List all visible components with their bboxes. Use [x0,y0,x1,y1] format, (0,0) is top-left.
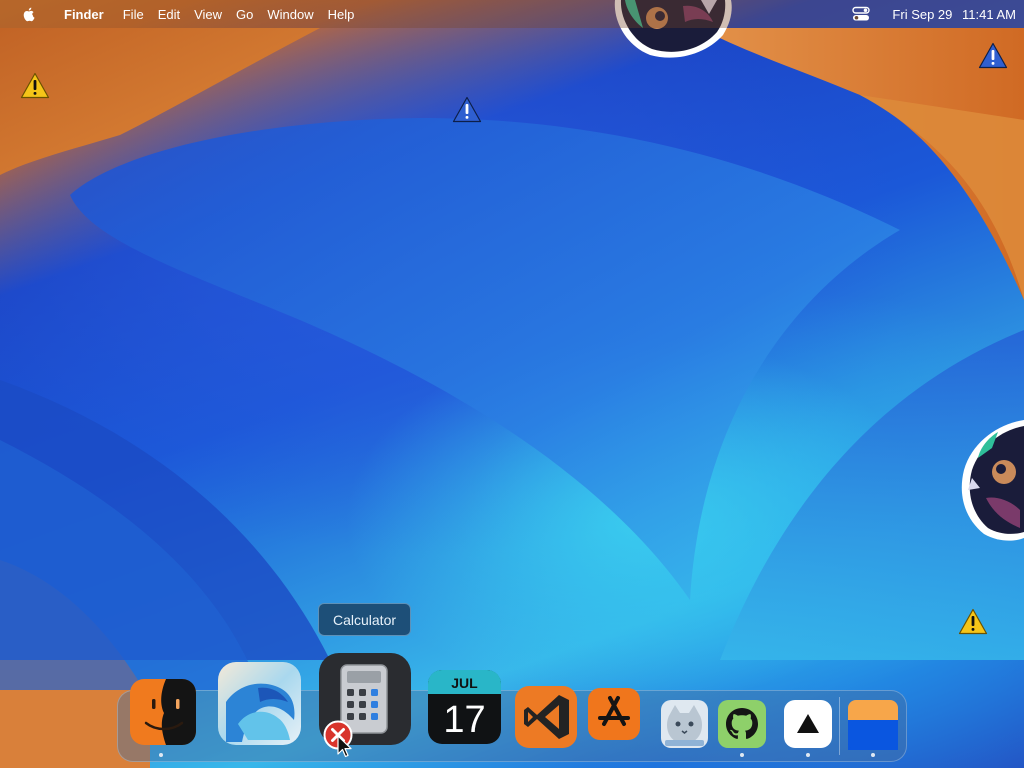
dock-item-github[interactable] [718,700,766,748]
dock-tooltip: Calculator [318,603,411,636]
warning-icon [452,96,482,123]
cat-photo-icon [661,700,708,748]
dock-item-macos[interactable] [218,662,301,745]
dock-item-calendar[interactable]: JUL 17 [428,670,501,744]
menu-window[interactable]: Window [267,7,313,22]
dock-item-preview[interactable] [661,700,708,748]
character-sticker-right [961,420,1024,541]
app-store-icon [588,688,640,740]
warning-icon [958,608,988,635]
wallpaper-shapes [0,28,1024,768]
menu-view[interactable]: View [194,7,222,22]
warning-icon [20,72,50,99]
calendar-icon: JUL 17 [428,670,501,744]
triangle-icon [784,700,832,748]
desktop-wallpaper [0,0,1024,768]
finder-icon [130,679,196,745]
dock-item-vercel[interactable] [784,700,832,748]
menu-bar: Finder File Edit View Go Window Help Fri… [0,0,1024,28]
running-indicator [740,753,744,757]
clock-time: 11:41 AM [962,6,1016,22]
control-center-icon[interactable] [852,6,871,22]
calendar-month: JUL [451,675,478,691]
menu-file[interactable]: File [123,7,144,22]
github-icon [718,700,766,748]
clock-date: Fri Sep 29 [892,6,953,22]
warning-icon [978,42,1008,69]
running-indicator [806,753,810,757]
dock-separator [839,697,840,755]
menu-help[interactable]: Help [328,7,355,22]
wallpaper-installer-icon [218,662,301,745]
dock-item-finder[interactable] [130,679,196,745]
menu-go[interactable]: Go [236,7,253,22]
calendar-day: 17 [443,699,485,741]
vscode-icon [515,686,577,748]
mouse-cursor-icon [337,735,352,758]
menu-app-name[interactable]: Finder [64,7,104,22]
folder-stack-icon [848,700,898,750]
running-indicator [159,753,163,757]
dock-item-vscode[interactable] [515,686,577,748]
menubar-clock[interactable]: Fri Sep 29 11:41 AM [886,7,1016,22]
dock-item-app-store[interactable] [588,688,640,740]
dock-item-downloads[interactable] [848,700,898,750]
running-indicator [871,753,875,757]
apple-menu-icon[interactable] [21,6,37,22]
menubar-status-area: Fri Sep 29 11:41 AM [852,0,1016,28]
menu-edit[interactable]: Edit [158,7,180,22]
